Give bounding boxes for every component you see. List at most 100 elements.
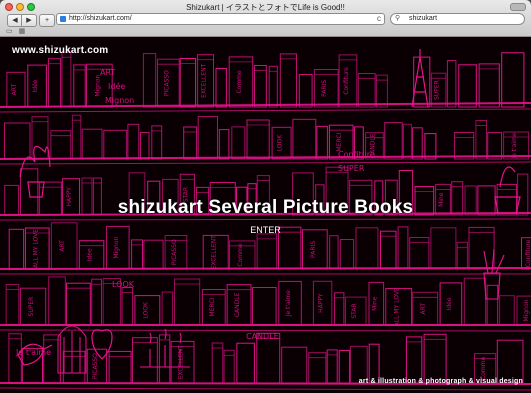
book-title: PARIS xyxy=(321,80,328,97)
reload-icon[interactable]: c xyxy=(377,14,381,23)
book-spine xyxy=(316,125,328,160)
address-bar-url[interactable]: http://shizukart.com/ xyxy=(69,15,132,22)
book-spine xyxy=(142,53,157,108)
shelf-line xyxy=(0,102,531,108)
forward-button[interactable]: ▶ xyxy=(21,14,37,27)
book-title: SUPER xyxy=(434,80,441,100)
book-spine xyxy=(131,239,144,270)
book-spine xyxy=(486,284,499,326)
book-spine xyxy=(423,333,447,384)
stacked-book-label: LOOK xyxy=(112,280,135,289)
book-spine xyxy=(246,119,270,160)
stacked-book-label: Confiture xyxy=(338,150,375,159)
browser-toolbar: Shizukart | イラストとフォトでLife is Good!! ◀ ▶ … xyxy=(0,0,531,37)
book-spine xyxy=(380,230,397,270)
toolbar-toggle-button[interactable] xyxy=(510,3,526,11)
book-spine xyxy=(329,235,339,270)
book-spine xyxy=(121,287,134,326)
book-title: ART xyxy=(420,303,427,315)
book-title: CANDLE xyxy=(234,292,241,317)
stacked-book-label: Mignon xyxy=(105,96,134,105)
enter-link[interactable]: ENTER xyxy=(0,225,531,235)
book-title: SUPER xyxy=(28,297,35,317)
book-title: Mignon xyxy=(523,299,530,321)
book-spine xyxy=(4,122,31,160)
book-title: Idée xyxy=(446,297,453,310)
stacked-book-label: Idée xyxy=(108,81,125,91)
book-title: Idée xyxy=(32,79,39,92)
book-spine xyxy=(499,295,515,326)
book-spine xyxy=(91,278,102,326)
shelf-line xyxy=(0,387,531,391)
book-spine xyxy=(8,228,25,270)
site-url-label[interactable]: www.shizukart.com xyxy=(12,45,108,56)
book-spine xyxy=(454,132,475,160)
birdcage-doodle xyxy=(57,325,87,374)
book-spine xyxy=(231,126,246,160)
book-spine xyxy=(143,239,164,270)
book-title: PICASSO xyxy=(92,353,99,379)
book-spine xyxy=(47,58,62,108)
book-spine xyxy=(215,68,227,108)
window-title: Shizukart | イラストとフォトでLife is Good!! xyxy=(186,3,345,12)
book-spine xyxy=(308,352,327,384)
book-spine xyxy=(338,349,351,384)
book-spine xyxy=(292,118,317,160)
book-spine xyxy=(61,51,72,108)
web-page: ART Idée Mignon PICASSO EXCELLENT Comme PARIS C… xyxy=(0,37,531,393)
book-spine xyxy=(65,282,91,326)
book-title: MERCI xyxy=(336,132,343,151)
book-spine xyxy=(458,64,477,108)
search-icon: ⚲ xyxy=(395,15,401,22)
book-title: Idée xyxy=(87,248,94,261)
search-field[interactable]: ⚲ shizukart xyxy=(390,13,525,25)
book-spine xyxy=(405,336,423,384)
book-spine xyxy=(127,123,140,160)
book-spine xyxy=(197,116,218,160)
book-title: EXCELLENT xyxy=(211,235,218,269)
book-title: LOOK xyxy=(277,134,284,152)
book-title: ART xyxy=(11,84,18,96)
book-spine xyxy=(252,287,277,326)
search-value[interactable]: shizukart xyxy=(409,15,437,22)
book-spine xyxy=(236,342,255,384)
shelf-line xyxy=(0,329,531,332)
book-title: Confiture xyxy=(525,239,531,267)
reading-list-icon[interactable]: ▭ xyxy=(6,27,13,35)
book-spine xyxy=(211,342,224,384)
book-title: Comme xyxy=(237,243,244,267)
book-spine xyxy=(487,132,503,160)
book-title: EXCELLENT xyxy=(178,345,185,379)
book-spine xyxy=(501,52,525,108)
book-title: LOOK xyxy=(142,301,149,319)
add-bookmark-button[interactable]: + xyxy=(39,14,55,27)
book-title: Comme xyxy=(480,356,487,380)
book-spine xyxy=(73,64,86,108)
top-sites-icon[interactable]: ▦ xyxy=(19,27,26,35)
book-title: Comme xyxy=(236,70,243,94)
book-spine xyxy=(48,276,66,326)
book-spine xyxy=(50,130,72,160)
book-spine xyxy=(5,284,20,326)
shelf-line xyxy=(0,108,531,113)
book-spine xyxy=(31,116,49,160)
stacked-book-label: ART xyxy=(100,68,115,77)
book-spine xyxy=(253,65,267,108)
book-title: PICASSO xyxy=(171,239,178,265)
book-spine xyxy=(179,58,197,108)
book-spine xyxy=(140,132,150,160)
address-bar[interactable]: http://shizukart.com/ c xyxy=(56,13,385,25)
stacked-book-label: CANDLE xyxy=(246,332,279,341)
book-spine xyxy=(132,337,158,384)
eiffel-tower-doodle xyxy=(411,49,429,108)
stacked-book-label: SUPER xyxy=(338,164,365,173)
book-title: EXCELLENT xyxy=(201,63,208,97)
favicon-icon xyxy=(60,16,66,22)
book-title: STAR xyxy=(351,303,358,318)
book-spine xyxy=(478,63,500,108)
book-title: Je t'aime xyxy=(285,290,292,318)
book-spine xyxy=(298,74,313,108)
book-title: Je t'aime xyxy=(511,132,518,160)
book-title: PARIS xyxy=(310,241,317,258)
book-title: ART xyxy=(59,240,66,252)
